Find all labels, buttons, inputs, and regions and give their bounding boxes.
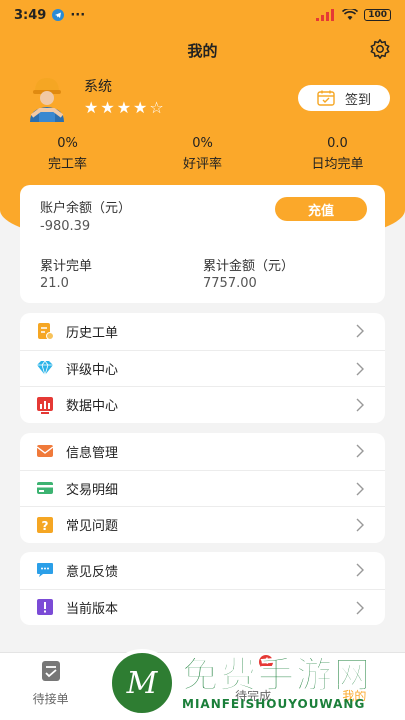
chevron-right-icon [356, 324, 364, 338]
balance-label: 账户余额（元） [40, 201, 132, 216]
chevron-right-icon [356, 444, 364, 458]
total-orders-label: 累计完单 [40, 259, 93, 274]
tab-label: 待接单 [32, 692, 69, 706]
stat-label: 日均完单 [311, 157, 364, 172]
menu-item-transaction-details[interactable]: 交易明细 [20, 469, 385, 507]
star-icon: ★ [100, 98, 115, 117]
sign-in-button[interactable]: 签到 [298, 85, 390, 111]
stat-value: 0% [192, 136, 213, 151]
menu-item-label: 当前版本 [66, 601, 119, 617]
clipboard-check-icon [41, 661, 60, 681]
recharge-button[interactable]: 充值 [275, 197, 367, 221]
user-name: 系统 [84, 79, 112, 95]
rating-stars: ★ ★ ★ ★ ☆ [84, 98, 164, 117]
half-star-icon: ☆ [149, 98, 164, 117]
feedback-icon [36, 561, 54, 579]
status-bar: 3:49 ··· 100 [0, 0, 405, 30]
tab-pending-orders[interactable]: 待接单 [0, 653, 101, 720]
menu-group-account: 信息管理 交易明细 ? 常见问题 [20, 433, 385, 543]
menu-item-label: 信息管理 [66, 445, 119, 461]
watermark: M 免费手游网 MIANFEISHOUYOUWANG [108, 646, 400, 720]
question-icon: ? [36, 516, 54, 534]
stat-label: 好评率 [182, 157, 222, 172]
watermark-logo: M [108, 649, 176, 717]
signal-icon [316, 9, 335, 21]
menu-item-message-management[interactable]: 信息管理 [20, 433, 385, 470]
star-icon: ★ [116, 98, 132, 117]
stat-value: 0.0 [327, 136, 348, 151]
chevron-right-icon [356, 518, 364, 532]
menu-item-label: 交易明细 [66, 482, 119, 498]
chevron-right-icon [356, 601, 364, 614]
data-chart-icon [36, 396, 54, 414]
menu-group-about: 意见反馈 当前版本 [20, 552, 385, 625]
stat-label: 完工率 [47, 157, 87, 172]
stat-positive-rate: 0% 好评率 [135, 136, 270, 172]
balance-card: 账户余额（元） -980.39 充值 累计完单 21.0 累计金额（元） 775… [20, 185, 385, 303]
wifi-icon [342, 9, 359, 20]
stat-completion-rate: 0% 完工率 [0, 136, 135, 172]
menu-item-label: 常见问题 [66, 519, 119, 535]
more-notifications-icon: ··· [70, 7, 86, 23]
page-title: 我的 [187, 42, 218, 60]
chevron-right-icon [356, 482, 364, 495]
chevron-right-icon [356, 563, 364, 577]
balance-value: -980.39 [40, 219, 91, 234]
total-orders-value: 21.0 [40, 276, 69, 291]
version-icon [36, 598, 54, 616]
avatar [30, 78, 64, 122]
menu-item-label: 数据中心 [66, 399, 119, 415]
history-orders-icon [36, 322, 54, 341]
menu-item-rating-center[interactable]: 评级中心 [20, 349, 385, 387]
chevron-right-icon [356, 398, 364, 412]
telegram-icon [52, 9, 65, 21]
battery-icon: 100 [364, 9, 391, 21]
envelope-icon [36, 442, 54, 460]
chevron-right-icon [356, 362, 364, 375]
menu-item-label: 意见反馈 [66, 564, 119, 580]
card-icon [36, 479, 54, 497]
calendar-icon [317, 90, 335, 106]
menu-item-faq[interactable]: ? 常见问题 [20, 506, 385, 543]
menu-item-data-center[interactable]: 数据中心 [20, 386, 385, 423]
total-amount-value: 7757.00 [203, 276, 257, 291]
menu-item-feedback[interactable]: 意见反馈 [20, 552, 385, 589]
gear-icon[interactable] [369, 38, 391, 60]
menu-group-records: 历史工单 评级中心 数据中心 [20, 313, 385, 423]
stat-daily-orders: 0.0 日均完单 [270, 136, 405, 172]
stat-value: 0% [57, 136, 78, 151]
watermark-subtitle: MIANFEISHOUYOUWANG [182, 697, 366, 711]
diamond-icon [36, 359, 54, 377]
star-icon: ★ [133, 98, 148, 117]
status-time: 3:49 [14, 7, 47, 23]
total-amount-label: 累计金额（元） [203, 259, 295, 274]
menu-item-label: 历史工单 [66, 325, 119, 341]
star-icon: ★ [84, 98, 99, 117]
sign-in-label: 签到 [344, 92, 371, 108]
menu-item-history-orders[interactable]: 历史工单 [20, 313, 385, 350]
menu-item-label: 评级中心 [66, 362, 119, 378]
menu-item-current-version[interactable]: 当前版本 [20, 588, 385, 626]
stats-row: 0% 完工率 0% 好评率 0.0 日均完单 [0, 136, 405, 172]
svg-text:?: ? [42, 519, 49, 533]
watermark-title: 免费手游网 [181, 655, 373, 697]
